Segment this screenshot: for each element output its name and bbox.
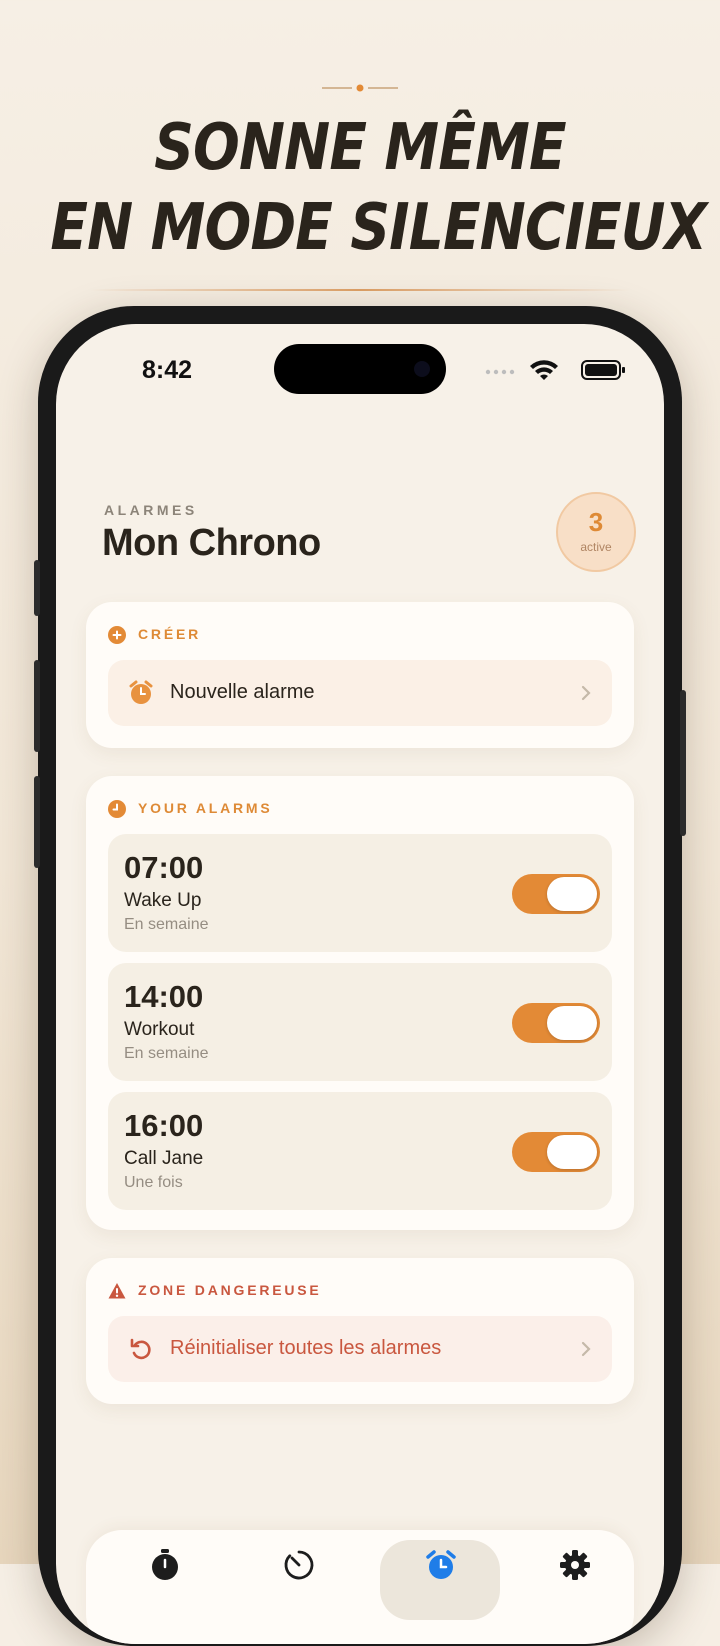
- reset-all-alarms-button[interactable]: Réinitialiser toutes les alarmes: [108, 1316, 612, 1382]
- gear-icon: [560, 1550, 590, 1580]
- decorative-divider: [90, 289, 630, 291]
- tab-alarm[interactable]: [380, 1540, 500, 1620]
- tab-timer[interactable]: [238, 1540, 358, 1620]
- clock-icon: [108, 800, 126, 818]
- alarm-name: Workout: [124, 1019, 195, 1040]
- alarm-row[interactable]: 14:00 Workout En semaine: [108, 963, 612, 1081]
- alarm-time: 14:00: [124, 979, 204, 1014]
- alarm-clock-icon: [129, 680, 153, 704]
- reset-all-label: Réinitialiser toutes les alarmes: [170, 1337, 442, 1359]
- alarm-repeat: En semaine: [124, 916, 209, 933]
- camera-icon: [414, 361, 430, 377]
- alarm-toggle[interactable]: [512, 874, 600, 914]
- dynamic-island: [274, 344, 446, 394]
- headline-line-2: EN MODE SILENCIEUX: [50, 191, 707, 265]
- status-time: 8:42: [142, 356, 193, 384]
- create-card: CRÉER Nouvelle alarme: [86, 602, 634, 748]
- volume-down-button: [34, 776, 40, 868]
- alarms-card: YOUR ALARMS 07:00 Wake Up En semaine 14:…: [86, 776, 634, 1230]
- toggle-knob: [547, 877, 597, 911]
- alarm-row[interactable]: 16:00 Call Jane Une fois: [108, 1092, 612, 1210]
- promo-headline: SONNE MÊME EN MODE SILENCIEUX: [50, 108, 707, 268]
- cellular-signal-icon: [485, 369, 515, 375]
- page-title: Mon Chrono: [102, 522, 321, 564]
- tab-settings[interactable]: [514, 1540, 634, 1620]
- new-alarm-button[interactable]: Nouvelle alarme: [108, 660, 612, 726]
- toggle-knob: [547, 1006, 597, 1040]
- chevron-right-icon: [581, 685, 591, 701]
- alarm-time: 07:00: [124, 850, 204, 885]
- active-count-badge: 3 active: [556, 492, 636, 572]
- status-icons: [485, 360, 625, 380]
- action-button: [34, 560, 40, 616]
- alarm-icon: [426, 1550, 456, 1579]
- app-screen: 8:42 ALARMES Mon Chrono 3 active CRÉER N…: [56, 324, 664, 1644]
- plus-circle-icon: [108, 626, 126, 644]
- alarm-repeat: En semaine: [124, 1045, 209, 1062]
- active-label: active: [580, 540, 612, 554]
- tab-stopwatch[interactable]: [104, 1540, 224, 1620]
- alarm-row[interactable]: 07:00 Wake Up En semaine: [108, 834, 612, 952]
- toggle-knob: [547, 1135, 597, 1169]
- danger-zone-card: ZONE DANGEREUSE Réinitialiser toutes les…: [86, 1258, 634, 1404]
- reset-icon: [130, 1338, 151, 1360]
- wifi-icon: [530, 360, 558, 380]
- section-label: ALARMES: [104, 502, 198, 518]
- alarm-name: Wake Up: [124, 890, 202, 911]
- alarm-toggle[interactable]: [512, 1132, 600, 1172]
- alarm-time: 16:00: [124, 1108, 204, 1143]
- alarm-repeat: Une fois: [124, 1174, 183, 1191]
- chevron-right-icon: [581, 1341, 591, 1357]
- create-card-title: CRÉER: [138, 626, 202, 642]
- timer-icon: [284, 1550, 314, 1580]
- tab-bar: [86, 1530, 634, 1644]
- phone-frame: 8:42 ALARMES Mon Chrono 3 active CRÉER N…: [34, 306, 686, 1646]
- danger-card-title: ZONE DANGEREUSE: [138, 1282, 322, 1298]
- battery-icon: [581, 360, 625, 380]
- warning-icon: [108, 1283, 126, 1299]
- alarms-card-title: YOUR ALARMS: [138, 800, 273, 816]
- alarm-toggle[interactable]: [512, 1003, 600, 1043]
- power-button: [680, 690, 686, 836]
- active-count: 3: [588, 507, 604, 537]
- alarm-name: Call Jane: [124, 1148, 204, 1169]
- decorative-ornament: [322, 84, 398, 92]
- volume-up-button: [34, 660, 40, 752]
- stopwatch-icon: [152, 1549, 178, 1580]
- new-alarm-label: Nouvelle alarme: [170, 681, 315, 703]
- headline-line-1: SONNE MÊME: [154, 111, 566, 185]
